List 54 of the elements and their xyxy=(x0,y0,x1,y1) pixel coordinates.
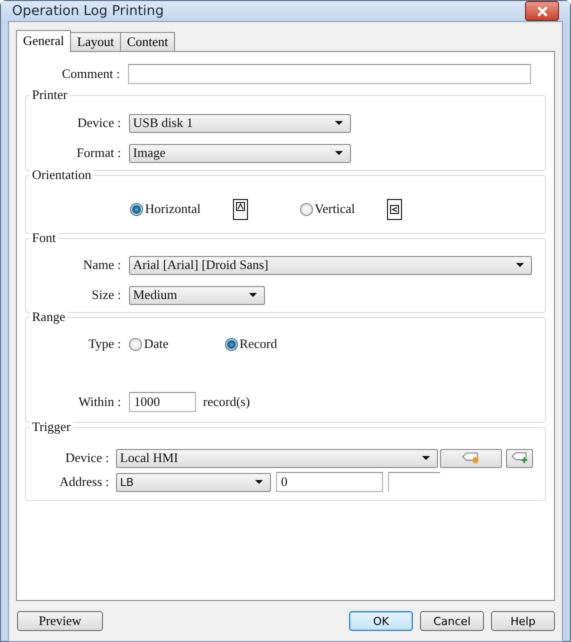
group-title: Orientation xyxy=(30,168,94,182)
field-label: Name : xyxy=(82,257,121,273)
page-icon xyxy=(387,198,402,220)
field-label: Device : xyxy=(64,450,109,466)
radio-label: Vertical xyxy=(314,201,356,217)
window-title: Operation Log Printing xyxy=(12,3,164,19)
dropdown[interactable]: Medium xyxy=(129,286,265,304)
field-label: Device : xyxy=(76,115,121,131)
group-title: Range xyxy=(30,310,68,324)
dropdown[interactable]: USB disk 1 xyxy=(129,114,351,132)
close-button[interactable] xyxy=(525,1,559,21)
group-title: Font xyxy=(30,231,58,245)
dialog-button[interactable]: Cancel xyxy=(420,611,484,631)
radio-label: Date xyxy=(144,336,169,352)
radio-circle[interactable] xyxy=(129,338,142,350)
field-label: Address : xyxy=(58,474,109,490)
tag-button[interactable] xyxy=(440,448,502,468)
close-icon xyxy=(536,6,548,16)
tab[interactable]: Layout xyxy=(70,32,121,51)
caret-icon xyxy=(422,456,431,460)
input-field[interactable]: 1000 xyxy=(129,392,196,412)
page-icon xyxy=(232,198,248,220)
radio-circle[interactable] xyxy=(300,202,313,216)
field-label: Within : xyxy=(78,394,121,410)
field-label: Type : xyxy=(87,336,121,352)
caret-icon xyxy=(516,262,525,268)
group-title: Trigger xyxy=(30,420,73,434)
radio-circle[interactable] xyxy=(224,338,238,350)
preview-button[interactable]: Preview xyxy=(17,611,103,631)
group-title: Printer xyxy=(30,88,70,102)
radio-label: Horizontal xyxy=(145,201,201,217)
dropdown[interactable]: Image xyxy=(129,144,351,162)
add-tag-button[interactable] xyxy=(506,448,533,468)
add-tag-icon xyxy=(510,452,528,464)
dropdown[interactable]: Arial [Arial] [Droid Sans] xyxy=(129,256,532,274)
dialog-button[interactable]: Help xyxy=(491,611,555,631)
caret-icon xyxy=(255,480,264,484)
caret-icon xyxy=(335,150,344,156)
caret-icon xyxy=(249,292,258,298)
unit-label: record(s) xyxy=(203,394,250,410)
caret-icon xyxy=(335,120,344,126)
radio-label: Record xyxy=(240,336,278,352)
tab[interactable]: Content xyxy=(120,32,176,51)
field-label: Format : xyxy=(76,145,121,161)
input-field[interactable] xyxy=(128,64,531,84)
field-label: Size : xyxy=(90,287,121,303)
dialog-button[interactable]: OK xyxy=(349,611,413,631)
dropdown[interactable]: Local HMI xyxy=(116,448,438,468)
field-label: Comment : xyxy=(60,66,120,82)
input-field[interactable]: 0 xyxy=(276,472,383,492)
radio-circle[interactable] xyxy=(130,202,143,216)
tag-icon xyxy=(462,452,480,464)
dropdown[interactable]: LB xyxy=(116,472,271,492)
tab[interactable]: General xyxy=(16,30,72,52)
